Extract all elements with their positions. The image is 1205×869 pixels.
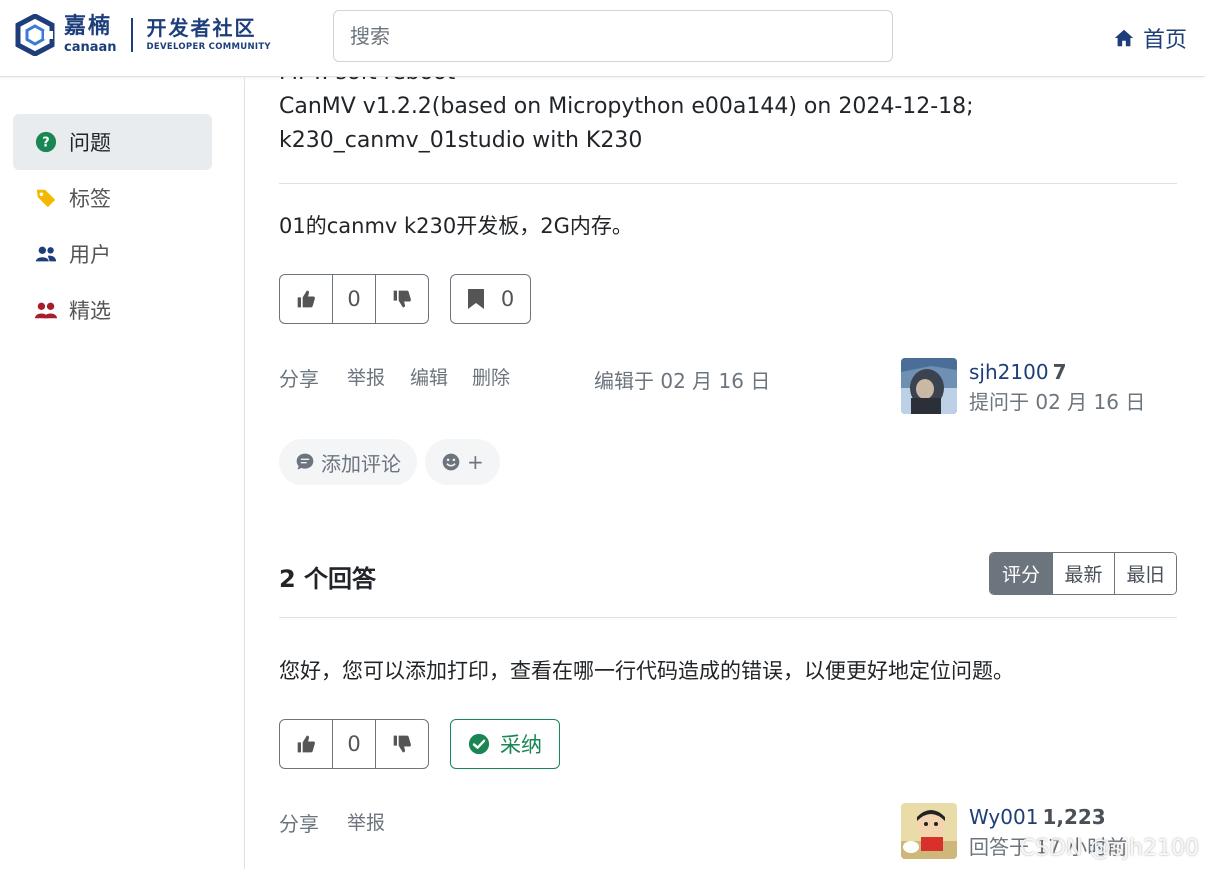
logo-text: 嘉楠 canaan [64,14,117,55]
top-navbar: 嘉楠 canaan 开发者社区 DEVELOPER COMMUNITY 首页 [0,0,1205,77]
accept-label: 采纳 [500,733,542,757]
sidebar-item-featured[interactable]: 精选 [13,282,212,338]
thumbs-up-icon [297,290,315,308]
answer-body: 您好，您可以添加打印，查看在哪一行代码造成的错误，以便更好地定位问题。 [279,659,1014,683]
share-link[interactable]: 分享 [279,808,319,837]
csdn-watermark: CSDN @sjh2100 [1019,836,1199,861]
vote-count: 0 [332,275,376,323]
logo-divider [130,18,133,52]
svg-text:?: ? [42,136,49,151]
add-comment-label: 添加评论 [321,451,401,476]
share-link[interactable]: 分享 [279,363,319,392]
downvote-button[interactable] [376,275,428,323]
sort-oldest-button[interactable]: 最旧 [1114,553,1176,594]
thumbs-up-icon [297,735,315,753]
comment-icon [296,453,314,470]
bookmark-icon [467,289,484,309]
avatar[interactable] [901,803,957,859]
vote-count: 0 [332,720,376,768]
question-body: 01的canmv k230开发板，2G内存。 [279,214,633,238]
answer-sort-group: 评分 最新 最旧 [989,552,1177,595]
sidebar-item-label: 问题 [69,131,111,155]
author-reputation: 1,223 [1042,805,1106,829]
sidebar-item-label: 标签 [69,187,111,211]
answer-vote-group: 0 [279,719,429,769]
site-logo[interactable]: 嘉楠 canaan 开发者社区 DEVELOPER COMMUNITY [14,14,271,56]
logo-cn-text: 嘉楠 [64,14,113,39]
report-link[interactable]: 举报 [347,808,385,835]
check-circle-icon [468,733,490,755]
code-line: CanMV v1.2.2(based on Micropython e00a14… [279,94,974,119]
sidebar: ? 问题 标签 用户 精选 [0,78,245,869]
thumbs-down-icon [393,290,411,308]
tag-icon [36,189,56,208]
author-name[interactable]: Wy001 [969,805,1038,829]
pilot-avatar-icon [901,358,957,414]
sort-score-button[interactable]: 评分 [990,553,1052,594]
canaan-logo-icon [15,14,55,56]
add-comment-button[interactable]: 添加评论 [279,439,417,485]
edited-time[interactable]: 编辑于 02 月 16 日 [594,365,770,394]
smile-icon [442,453,460,471]
bookmark-button[interactable]: 0 [450,274,531,324]
avatar[interactable] [901,358,957,414]
reaction-plus: + [467,450,484,474]
logo-community: 开发者社区 DEVELOPER COMMUNITY [147,18,271,52]
question-author-card: sjh2100 7 提问于 02 月 16 日 [901,358,1145,416]
accept-answer-button[interactable]: 采纳 [450,719,560,769]
upvote-button[interactable] [280,275,332,323]
author-name[interactable]: sjh2100 [969,360,1049,384]
sidebar-item-label: 精选 [69,299,111,323]
sidebar-item-tags[interactable]: 标签 [13,170,212,226]
thumbs-down-icon [393,735,411,753]
downvote-button[interactable] [376,720,428,768]
sidebar-item-users[interactable]: 用户 [13,226,212,282]
cartoon-avatar-icon [901,803,957,859]
divider [279,617,1177,618]
home-icon [1114,29,1134,47]
delete-link[interactable]: 删除 [472,363,510,390]
sort-newest-button[interactable]: 最新 [1052,553,1114,594]
users-icon [35,246,57,262]
logo-community-cn: 开发者社区 [146,16,257,41]
upvote-button[interactable] [280,720,332,768]
divider [279,183,1177,184]
users-featured-icon [35,302,57,319]
logo-community-en: DEVELOPER COMMUNITY [146,42,271,53]
sidebar-item-label: 用户 [69,243,111,267]
bookmark-count: 0 [500,287,515,311]
author-reputation: 7 [1052,360,1067,384]
code-line: k230_canmv_01studio with K230 [279,128,643,153]
search-input[interactable] [333,10,893,62]
answers-count-title: 2 个回答 [279,565,377,593]
home-label: 首页 [1142,28,1187,53]
logo-en-text: canaan [64,40,117,55]
home-link[interactable]: 首页 [1113,22,1187,54]
author-info: sjh2100 7 提问于 02 月 16 日 [969,358,1145,416]
edit-link[interactable]: 编辑 [410,363,448,390]
report-link[interactable]: 举报 [347,363,385,390]
sidebar-item-questions[interactable]: ? 问题 [13,114,212,170]
asked-time[interactable]: 提问于 02 月 16 日 [969,388,1145,416]
question-circle-icon: ? [35,131,57,153]
add-reaction-button[interactable]: + [425,439,500,485]
question-vote-group: 0 [279,274,429,324]
